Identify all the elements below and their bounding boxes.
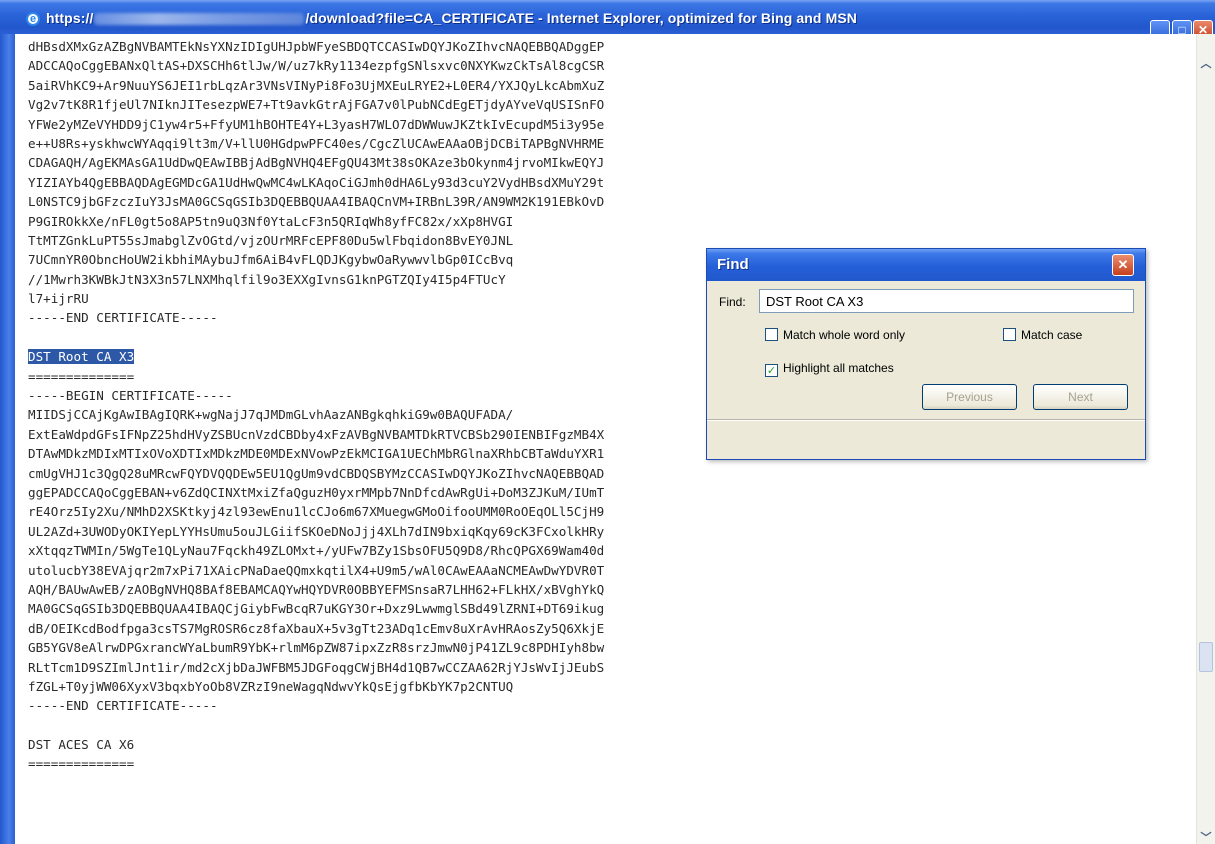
document-line: ADCCAQoCggEBANxQltAS+DXSCHh6tlJw/W/uz7kR…: [28, 58, 605, 74]
highlight-all-checkbox[interactable]: ✓: [765, 364, 778, 377]
document-line: ==============: [28, 368, 135, 384]
document-line: DTAwMDkzMDIxMTIxOVoXDTIxMDkzMDE0MDExNVow…: [28, 446, 605, 462]
document-line: [28, 716, 604, 735]
scroll-down-arrow-icon[interactable]: ﹀: [1199, 830, 1213, 844]
document-line: cmUgVHJ1c3QgQ28uMRcwFQYDVQQDEw5EU1QgUm9v…: [28, 465, 605, 481]
document-line: P9GIROkkXe/nFL0gt5o8AP5tn9uQ3Nf0YtaLcF3n…: [28, 213, 514, 229]
find-dialog-title: Find: [717, 256, 749, 273]
document-line: UL2AZd+3UWODyOKIYepLYYHsUmu5ouJLGiifSKOe…: [28, 523, 605, 539]
document-line: ExtEaWdpdGFsIFNpZ25hdHVyZSBUcnVzdCBDby4x…: [28, 426, 605, 442]
certificate-text[interactable]: dHBsdXMxGzAZBgNVBAMTEkNsYXNzIDIgUHJpbWFy…: [28, 37, 604, 774]
vertical-scrollbar[interactable]: ︿ ﹀: [1196, 34, 1215, 844]
title-prefix: https://: [46, 10, 94, 26]
document-line: L0NSTC9jbGFzczIuY3JsMA0GCSqGSIb3DQEBBQUA…: [28, 194, 605, 210]
next-button[interactable]: Next: [1033, 384, 1128, 410]
match-whole-word-option[interactable]: Match whole word only: [765, 328, 905, 342]
document-line: TtMTZGnkLuPT55sJmabglZvOGtd/vjzOUrMRFcEP…: [28, 232, 514, 248]
scroll-thumb[interactable]: [1199, 642, 1213, 672]
internet-explorer-icon: e: [26, 12, 40, 26]
find-close-button[interactable]: ✕: [1112, 254, 1134, 276]
document-line: e++U8Rs+yskhwcWYAqqi9lt3m/V+llU0HGdpwPFC…: [28, 135, 605, 151]
document-line: Vg2v7tK8R1fjeUl7NIknJITesezpWE7+Tt9avkGt…: [28, 97, 605, 113]
redacted-host: [94, 13, 305, 26]
document-line: utolucbY38EVAjqr2m7xPi71XAicPNaDaeQQmxkq…: [28, 562, 605, 578]
find-label: Find:: [719, 295, 746, 309]
document-line: MA0GCSqGSIb3DQEBBQUAA4IBAQCjGiybFwBcqR7u…: [28, 601, 605, 617]
document-line: dB/OEIKcdBodfpga3csTS7MgROSR6cz8faXbauX+…: [28, 620, 605, 636]
document-line: -----END CERTIFICATE-----: [28, 310, 218, 326]
title-bar[interactable]: e https:// /download?file=CA_CERTIFICATE …: [0, 0, 1215, 40]
document-line: RLtTcm1D9SZImlJnt1ir/md2cXjbDaJWFBM5JDGF…: [28, 659, 605, 675]
match-case-label: Match case: [1021, 328, 1083, 342]
document-line: ==============: [28, 756, 135, 772]
document-line: AQH/BAUwAwEB/zAOBgNVHQ8BAf8EBAMCAQYwHQYD…: [28, 581, 605, 597]
match-case-option[interactable]: Match case: [1003, 328, 1082, 342]
document-line: YFWe2yMZeVYHDD9jC1yw4r5+FfyUM1hBOHTE4Y+L…: [28, 116, 605, 132]
document-line: CDAGAQH/AgEKMAsGA1UdDwQEAwIBBjAdBgNVHQ4E…: [28, 155, 605, 171]
document-line: DST Root CA X3: [28, 347, 604, 366]
find-title-bar[interactable]: Find ✕: [707, 249, 1145, 281]
document-line: //1Mwrh3KWBkJtN3X3n57LNXMhqlfil9o3EXXgIv…: [28, 271, 506, 287]
document-line: DST ACES CA X6: [28, 737, 135, 753]
find-input[interactable]: [759, 289, 1134, 313]
document-line: rE4Orz5Iy2Xu/NMhD2XSKtkyj4zl93ewEnu1lcCJ…: [28, 504, 605, 520]
document-line: 5aiRVhKC9+Ar9NuuYS6JEI1rbLqzAr3VNsVINyPi…: [28, 77, 605, 93]
previous-button[interactable]: Previous: [922, 384, 1017, 410]
highlight-all-label: Highlight all matches: [783, 361, 894, 375]
document-line: fZGL+T0yjWW06XyxV3bqxbYoOb8VZRzI9neWagqN…: [28, 678, 514, 694]
document-line: [28, 328, 604, 347]
match-case-checkbox[interactable]: [1003, 328, 1016, 341]
document-line: -----BEGIN CERTIFICATE-----: [28, 388, 233, 404]
match-whole-word-checkbox[interactable]: [765, 328, 778, 341]
document-line: xXtqqzTWMIn/5WgTe1QLyNau7Fqckh49ZLOMxt+/…: [28, 543, 605, 559]
document-line: -----END CERTIFICATE-----: [28, 698, 218, 714]
document-line: YIZIAYb4QgEBBAQDAgEGMDcGA1UdHwQwMC4wLKAq…: [28, 174, 605, 190]
match-whole-word-label: Match whole word only: [783, 328, 906, 342]
document-line: GB5YGV8eAlrwDPGxrancWYaLbumR9YbK+rlmM6pZ…: [28, 640, 605, 656]
highlight-all-option[interactable]: ✓ Highlight all matches: [765, 361, 894, 377]
document-line: dHBsdXMxGzAZBgNVBAMTEkNsYXNzIDIgUHJpbWFy…: [28, 39, 605, 54]
scroll-up-arrow-icon[interactable]: ︿: [1199, 56, 1213, 72]
title-suffix: /download?file=CA_CERTIFICATE - Internet…: [305, 10, 857, 26]
search-match-highlight: DST Root CA X3: [28, 349, 135, 365]
document-line: ggEPADCCAQoCggEBAN+v6ZdQCINXtMxiZfaQguzH…: [28, 484, 605, 500]
document-line: l7+ijrRU: [28, 291, 89, 307]
window-frame: [0, 34, 15, 844]
find-dialog: Find ✕ Find: Match whole word only Match…: [706, 248, 1146, 460]
document-line: MIIDSjCCAjKgAwIBAgIQRK+wgNajJ7qJMDmGLvhA…: [28, 407, 514, 423]
browser-window: e https:// /download?file=CA_CERTIFICATE …: [0, 0, 1215, 844]
document-line: 7UCmnYR0ObncHoUW2ikbhiMAybuJfm6AiB4vFLQD…: [28, 252, 514, 268]
window-title: https:// /download?file=CA_CERTIFICATE - …: [46, 10, 857, 26]
dialog-separator: [707, 419, 1145, 421]
